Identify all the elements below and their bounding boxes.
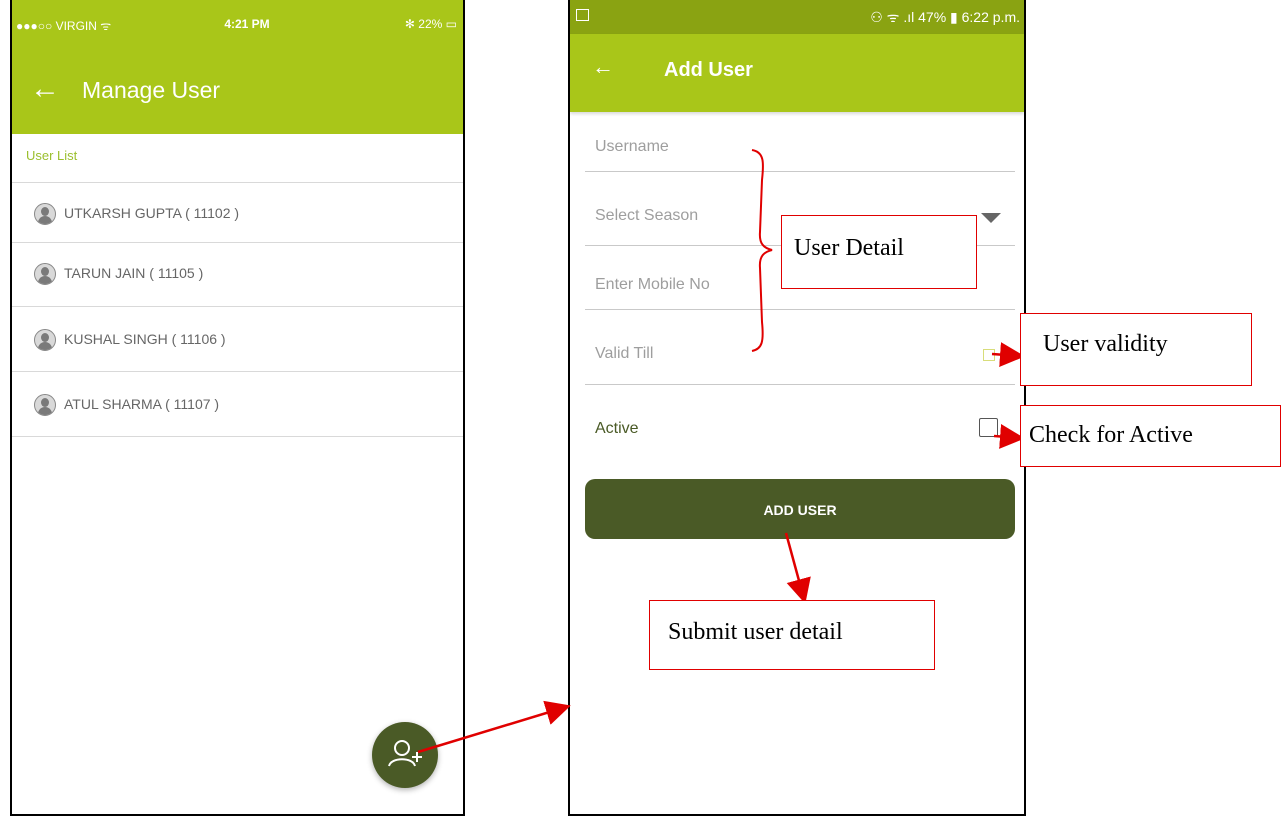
user-name: ATUL SHARMA ( 11107 ): [64, 396, 220, 412]
user-validity-text: User validity: [1043, 331, 1168, 357]
status-bar: ⚇ ᯤ .ıl 47% ▮ 6:22 p.m.: [570, 0, 1024, 34]
user-avatar-icon: [34, 329, 56, 351]
season-placeholder: Select Season: [595, 207, 699, 224]
mobile-placeholder: Enter Mobile No: [595, 276, 710, 293]
user-detail-text: User Detail: [794, 235, 904, 261]
user-avatar-icon: [34, 263, 56, 285]
user-list-item[interactable]: ATUL SHARMA ( 11107 ): [12, 394, 463, 454]
submit-callout: Submit user detail: [649, 600, 935, 670]
divider: [12, 306, 463, 307]
divider: [12, 242, 463, 243]
add-user-fab-button[interactable]: [372, 722, 438, 788]
user-list-heading: User List: [26, 148, 78, 163]
valid-till-field[interactable]: Valid Till: [585, 339, 1015, 385]
status-bar: ●●●○○ VIRGIN ᯤ 4:21 PM ✻ 22% ▭: [12, 0, 463, 50]
gallery-notification-icon: [576, 9, 589, 21]
user-list-item[interactable]: TARUN JAIN ( 11105 ): [12, 263, 463, 323]
divider: [12, 436, 463, 437]
check-active-text: Check for Active: [1029, 422, 1193, 448]
check-active-callout: Check for Active: [1020, 405, 1281, 467]
active-label: Active: [595, 420, 639, 437]
user-name: UTKARSH GUPTA ( 11102 ): [64, 205, 240, 221]
active-checkbox[interactable]: [979, 418, 998, 437]
manage-user-screen: ●●●○○ VIRGIN ᯤ 4:21 PM ✻ 22% ▭ ← Manage …: [10, 0, 465, 816]
back-arrow-icon[interactable]: ←: [592, 54, 614, 80]
battery-indicator: ✻ 22% ▭: [404, 17, 457, 31]
user-name: TARUN JAIN ( 11105 ): [64, 265, 204, 281]
app-bar: ← Add User: [570, 34, 1024, 112]
app-bar: ← Manage User: [12, 50, 463, 134]
username-field[interactable]: Username: [585, 132, 1015, 172]
status-time: 4:21 PM: [224, 17, 270, 31]
user-detail-callout: User Detail: [781, 215, 977, 289]
user-avatar-icon: [34, 394, 56, 416]
add-user-icon: [388, 740, 422, 767]
back-arrow-icon[interactable]: ←: [30, 72, 60, 106]
divider: [12, 371, 463, 372]
username-placeholder: Username: [595, 138, 669, 155]
valid-till-placeholder: Valid Till: [595, 345, 654, 362]
add-user-button[interactable]: ADD USER: [585, 479, 1015, 539]
submit-text: Submit user detail: [668, 619, 843, 645]
user-list-item[interactable]: UTKARSH GUPTA ( 11102 ): [12, 203, 463, 263]
user-validity-callout: User validity: [1020, 313, 1252, 386]
user-list-item[interactable]: KUSHAL SINGH ( 11106 ): [12, 329, 463, 389]
user-avatar-icon: [34, 203, 56, 225]
user-name: KUSHAL SINGH ( 11106 ): [64, 331, 226, 347]
dropdown-arrow-icon[interactable]: [981, 213, 1001, 223]
calendar-icon[interactable]: [983, 349, 995, 361]
page-title: Add User: [664, 59, 753, 81]
divider: [12, 182, 463, 183]
carrier-signal: ●●●○○ VIRGIN ᯤ: [16, 19, 112, 33]
add-user-screen: ⚇ ᯤ .ıl 47% ▮ 6:22 p.m. ← Add User Usern…: [568, 0, 1026, 816]
status-indicators: ⚇ ᯤ .ıl 47% ▮ 6:22 p.m.: [870, 9, 1020, 25]
page-title: Manage User: [82, 77, 221, 103]
